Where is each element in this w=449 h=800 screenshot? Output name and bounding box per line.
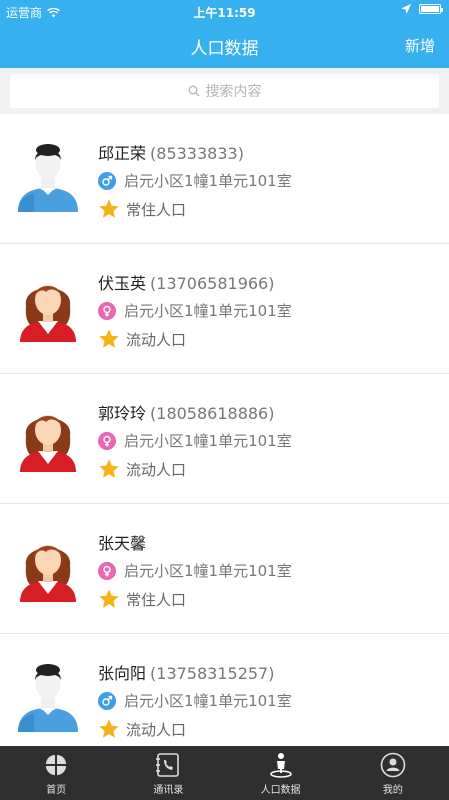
avatar xyxy=(16,268,80,342)
person-type-line: 流动人口 xyxy=(98,459,186,480)
search-bar: 搜索内容 xyxy=(0,68,449,114)
person-address-line: 启元小区1幢1单元101室 xyxy=(98,300,292,321)
home-grid-icon xyxy=(43,752,69,781)
person-list-item[interactable]: 张向阳 (13758315257) 启元小区1幢1单元101室 流动人口 xyxy=(0,634,449,746)
person-phone: (18058618886) xyxy=(150,404,275,423)
star-icon xyxy=(99,589,119,608)
male-icon xyxy=(98,171,116,190)
person-address: 启元小区1幢1单元101室 xyxy=(124,692,292,710)
tab-person-location[interactable]: 人口数据 xyxy=(225,746,337,800)
person-type: 常住人口 xyxy=(126,591,187,609)
avatar xyxy=(16,658,80,732)
tab-label: 我的 xyxy=(382,785,403,796)
person-location-icon xyxy=(268,752,294,781)
avatar xyxy=(16,398,80,472)
tab-bar: 首页 通讯录 人口数据 我的 xyxy=(0,746,449,800)
person-name: 郭玲玲 xyxy=(98,404,147,423)
person-type: 流动人口 xyxy=(126,331,187,349)
person-phone: (13758315257) xyxy=(150,664,275,683)
search-input[interactable]: 搜索内容 xyxy=(10,74,439,108)
profile-icon xyxy=(380,752,406,781)
person-address-line: 启元小区1幢1单元101室 xyxy=(98,430,292,451)
person-name: 邱正荣 xyxy=(98,144,147,163)
person-address: 启元小区1幢1单元101室 xyxy=(124,172,292,190)
person-list: 邱正荣 (85333833) 启元小区1幢1单元101室 常住人口 伏玉英 (137… xyxy=(0,114,449,746)
person-address: 启元小区1幢1单元101室 xyxy=(124,302,292,320)
person-name-line: 邱正荣 (85333833) xyxy=(98,140,244,164)
person-type-line: 常住人口 xyxy=(98,589,186,610)
person-list-item[interactable]: 张天馨 启元小区1幢1单元101室 常住人口 xyxy=(0,504,449,634)
person-type: 流动人口 xyxy=(126,461,187,479)
add-button[interactable]: 新增 xyxy=(405,35,435,56)
person-type-line: 常住人口 xyxy=(98,199,186,220)
person-name-line: 张天馨 xyxy=(98,530,150,554)
star-icon xyxy=(99,719,119,738)
tab-label: 首页 xyxy=(46,785,67,796)
female-icon xyxy=(98,561,116,580)
search-icon xyxy=(188,85,199,97)
avatar xyxy=(16,138,80,212)
person-name: 伏玉英 xyxy=(98,274,147,293)
star-icon xyxy=(99,199,119,218)
person-list-item[interactable]: 伏玉英 (13706581966) 启元小区1幢1单元101室 流动人口 xyxy=(0,244,449,374)
person-name-line: 郭玲玲 (18058618886) xyxy=(98,400,274,424)
nav-bar: 人口数据 新增 xyxy=(0,22,449,68)
person-address: 启元小区1幢1单元101室 xyxy=(124,562,292,580)
person-name: 张天馨 xyxy=(98,534,147,553)
battery-icon xyxy=(419,4,443,14)
person-address-line: 启元小区1幢1单元101室 xyxy=(98,560,292,581)
status-time: 上午11:59 xyxy=(193,6,256,20)
person-name: 张向阳 xyxy=(98,664,147,683)
female-icon xyxy=(98,301,116,320)
page-title: 人口数据 xyxy=(190,39,259,59)
person-type: 流动人口 xyxy=(126,721,187,739)
person-list-item[interactable]: 邱正荣 (85333833) 启元小区1幢1单元101室 常住人口 xyxy=(0,114,449,244)
star-icon xyxy=(99,329,119,348)
person-name-line: 伏玉英 (13706581966) xyxy=(98,270,274,294)
search-placeholder: 搜索内容 xyxy=(205,84,262,100)
person-list-item[interactable]: 郭玲玲 (18058618886) 启元小区1幢1单元101室 流动人口 xyxy=(0,374,449,504)
tab-profile[interactable]: 我的 xyxy=(337,746,449,800)
location-arrow-icon xyxy=(401,4,411,14)
star-icon xyxy=(99,459,119,478)
person-address: 启元小区1幢1单元101室 xyxy=(124,432,292,450)
male-icon xyxy=(98,691,116,710)
avatar xyxy=(16,528,80,602)
person-phone: (85333833) xyxy=(150,144,244,163)
female-icon xyxy=(98,431,116,450)
person-address-line: 启元小区1幢1单元101室 xyxy=(98,170,292,191)
contacts-phone-icon xyxy=(155,752,181,781)
person-name-line: 张向阳 (13758315257) xyxy=(98,660,274,684)
person-type-line: 流动人口 xyxy=(98,329,186,350)
tab-label: 人口数据 xyxy=(260,785,301,796)
tab-label: 通讯录 xyxy=(153,785,184,796)
person-type: 常住人口 xyxy=(126,201,187,219)
tab-home-grid[interactable]: 首页 xyxy=(0,746,112,800)
person-address-line: 启元小区1幢1单元101室 xyxy=(98,690,292,711)
person-type-line: 流动人口 xyxy=(98,719,186,740)
person-phone: (13706581966) xyxy=(150,274,275,293)
status-bar: 运营商 上午11:59 xyxy=(0,0,449,22)
tab-contacts-phone[interactable]: 通讯录 xyxy=(112,746,224,800)
